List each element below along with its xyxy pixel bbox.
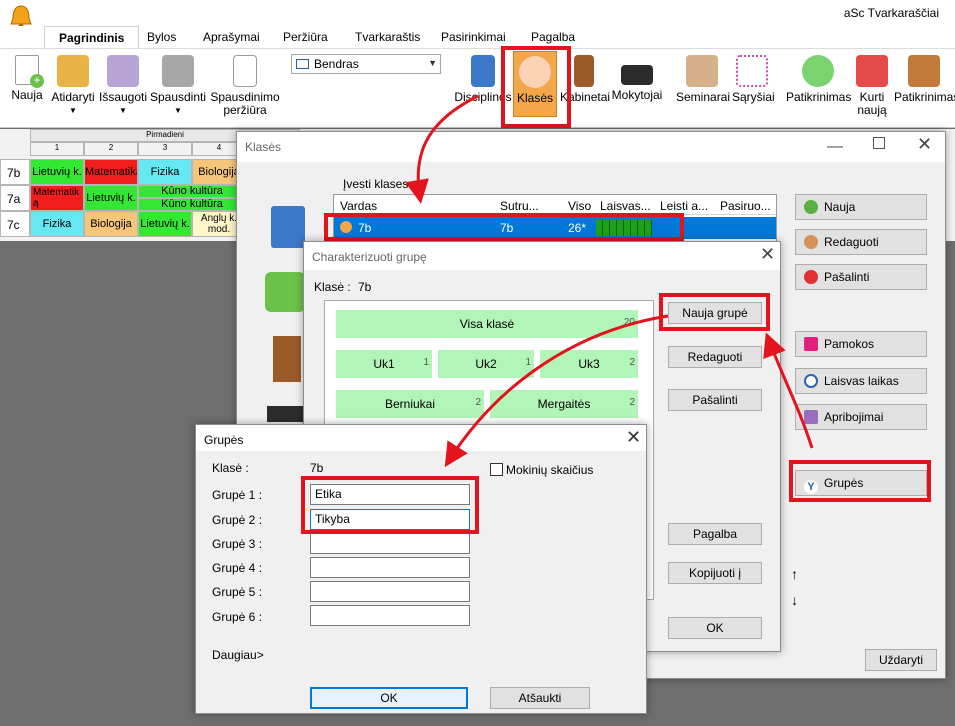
arrow-groups-to-newgroup bbox=[763, 332, 814, 449]
arrow-classes-to-row bbox=[405, 94, 479, 204]
arrow-newgroup-to-inputs bbox=[444, 314, 669, 468]
annotation-arrows bbox=[405, 94, 814, 468]
